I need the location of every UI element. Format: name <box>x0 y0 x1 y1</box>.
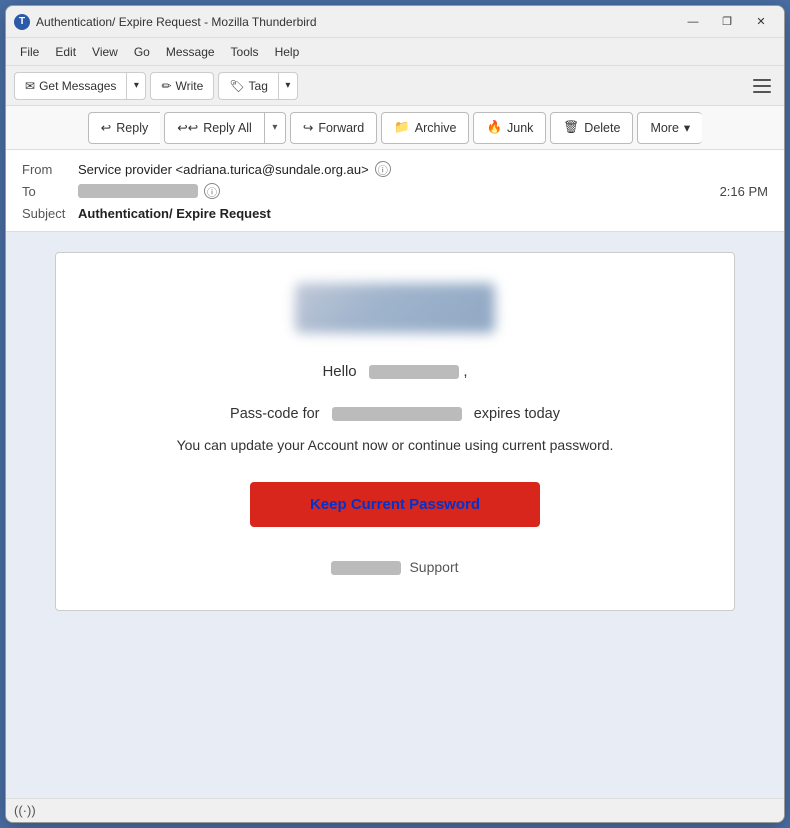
forward-button[interactable]: ↪ Forward <box>290 112 377 144</box>
archive-icon: 📁 <box>394 120 410 135</box>
get-messages-group: ✉ Get Messages ▾ <box>14 72 146 100</box>
hello-line: Hello , <box>96 358 694 385</box>
app-icon: T <box>14 14 30 30</box>
passcode-value-blurred <box>332 407 462 421</box>
get-messages-button[interactable]: ✉ Get Messages <box>14 72 126 100</box>
more-group: More ▾ <box>637 112 702 144</box>
recipient-name-blurred <box>369 365 459 379</box>
email-time: 2:16 PM <box>720 184 768 199</box>
menu-view[interactable]: View <box>84 42 126 62</box>
card-logo-blurred <box>295 283 495 333</box>
more-chevron-icon: ▾ <box>684 120 690 135</box>
from-info-icon[interactable]: ⓘ <box>375 161 391 177</box>
junk-icon: 🔥 <box>486 120 502 135</box>
reply-all-dropdown[interactable]: ▾ <box>264 112 286 144</box>
reply-group: ↩ Reply <box>88 112 160 144</box>
window-controls: — ❐ ✕ <box>678 12 776 32</box>
from-value: Service provider <adriana.turica@sundale… <box>78 162 369 177</box>
menu-file[interactable]: File <box>12 42 47 62</box>
tag-group: 🏷 Tag ▾ <box>218 72 298 100</box>
forward-icon: ↪ <box>303 120 313 135</box>
hamburger-line-2 <box>753 85 771 87</box>
archive-button[interactable]: 📁 Archive <box>381 112 469 144</box>
tag-icon: 🏷 <box>229 79 244 93</box>
get-messages-dropdown[interactable]: ▾ <box>126 72 146 100</box>
subject-row: Subject Authentication/ Expire Request <box>22 202 768 223</box>
menu-bar: File Edit View Go Message Tools Help <box>6 38 784 66</box>
hamburger-line-1 <box>753 79 771 81</box>
to-info-icon[interactable]: ⓘ <box>204 183 220 199</box>
menu-message[interactable]: Message <box>158 42 223 62</box>
from-row: From Service provider <adriana.turica@su… <box>22 158 768 180</box>
reply-button[interactable]: ↩ Reply <box>88 112 160 144</box>
thunderbird-window: T Authentication/ Expire Request - Mozil… <box>5 5 785 823</box>
main-toolbar: ✉ Get Messages ▾ ✏ Write 🏷 Tag ▾ <box>6 66 784 106</box>
hamburger-line-3 <box>753 91 771 93</box>
menu-go[interactable]: Go <box>126 42 158 62</box>
tag-button[interactable]: 🏷 Tag <box>218 72 278 100</box>
status-bar: ((·)) <box>6 798 784 822</box>
maximize-button[interactable]: ❐ <box>712 12 742 32</box>
email-body-wrapper: ⊘ Hello , Pass-code for expires today <box>6 232 784 798</box>
junk-button[interactable]: 🔥 Junk <box>473 112 546 144</box>
to-row: To ⓘ 2:16 PM <box>22 180 768 202</box>
menu-edit[interactable]: Edit <box>47 42 84 62</box>
close-button[interactable]: ✕ <box>746 12 776 32</box>
to-value-blurred <box>78 184 198 198</box>
reply-all-icon: ↩↩ <box>177 120 198 135</box>
reply-all-group: ↩↩ Reply All ▾ <box>164 112 286 144</box>
menu-tools[interactable]: Tools <box>223 42 267 62</box>
subject-value: Authentication/ Expire Request <box>78 206 271 221</box>
support-name-blurred <box>331 561 401 575</box>
hamburger-menu[interactable] <box>748 72 776 100</box>
pencil-icon: ✏ <box>161 79 171 93</box>
from-label: From <box>22 162 72 177</box>
card-description: You can update your Account now or conti… <box>96 433 694 458</box>
to-label: To <box>22 184 72 199</box>
wifi-icon: ((·)) <box>14 803 36 818</box>
tag-dropdown[interactable]: ▾ <box>278 72 298 100</box>
more-button[interactable]: More ▾ <box>637 112 702 144</box>
support-line: Support <box>96 555 694 580</box>
minimize-button[interactable]: — <box>678 12 708 32</box>
write-button[interactable]: ✏ Write <box>150 72 214 100</box>
delete-button[interactable]: 🗑 Delete <box>550 112 633 144</box>
window-title: Authentication/ Expire Request - Mozilla… <box>36 15 678 29</box>
title-bar: T Authentication/ Expire Request - Mozil… <box>6 6 784 38</box>
keep-password-button[interactable]: Keep Current Password <box>250 482 540 527</box>
card-logo-area <box>96 283 694 338</box>
passcode-line: Pass-code for expires today <box>96 401 694 427</box>
reply-all-button[interactable]: ↩↩ Reply All <box>164 112 264 144</box>
subject-label: Subject <box>22 206 72 221</box>
action-bar: ↩ Reply ↩↩ Reply All ▾ ↪ Forward 📁 Archi… <box>6 106 784 150</box>
trash-icon: 🗑 <box>563 120 579 135</box>
email-card: Hello , Pass-code for expires today You … <box>55 252 735 611</box>
reply-icon: ↩ <box>101 120 111 135</box>
card-content: Hello , Pass-code for expires today You … <box>96 358 694 580</box>
envelope-icon: ✉ <box>25 79 35 93</box>
menu-help[interactable]: Help <box>267 42 308 62</box>
email-header: From Service provider <adriana.turica@su… <box>6 150 784 232</box>
